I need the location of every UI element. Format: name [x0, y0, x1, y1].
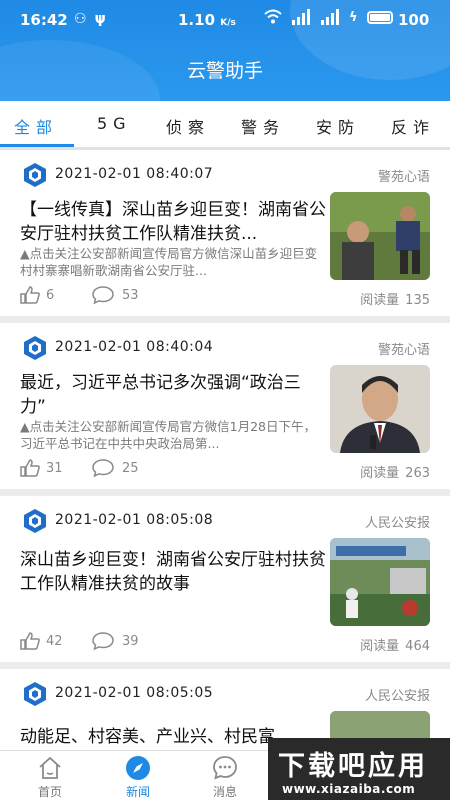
news-feed[interactable]: 2021-02-01 08:40:07 警苑心语 【一线传真】深山苗乡迎巨变！湖…	[0, 150, 450, 750]
nav-news[interactable]: 新闻	[108, 755, 168, 800]
signal-icon	[321, 9, 339, 25]
news-source: 人民公安报	[364, 516, 430, 531]
comment-icon	[92, 632, 114, 650]
category-tabs: 全部 5G 侦察 警务 安防 反诈	[0, 101, 450, 147]
nav-label: 首页	[37, 785, 62, 799]
app-header: 16:42 ⚇ ψ 1.10 K/s ϟ 100 云警助手	[0, 0, 450, 101]
read-count-value: 263	[405, 466, 430, 481]
comment-icon	[92, 286, 114, 304]
news-title[interactable]: 【一线传真】深山苗乡迎巨变！湖南省公安厅驻村扶贫工作队精准扶贫...	[20, 198, 326, 246]
news-source: 人民公安报	[364, 689, 430, 704]
status-bar: 16:42 ⚇ ψ 1.10 K/s ϟ 100	[0, 0, 450, 40]
like-button[interactable]: 31	[20, 459, 63, 477]
news-summary: ▲点击关注公安部新闻宣传局官方微信1月28日下午，习近平总书记在中共中央政治局第…	[20, 419, 316, 451]
nav-label: 消息	[212, 785, 237, 799]
news-summary: ▲点击关注公安部新闻宣传局官方微信深山苗乡迎巨变 村村寨寨唱新歌湖南省公安厅驻.…	[20, 246, 318, 278]
news-thumbnail[interactable]	[330, 365, 430, 453]
news-datetime: 2021-02-01 08:05:05	[55, 685, 214, 701]
nav-messages[interactable]: 消息	[195, 755, 255, 800]
nav-label: 新闻	[125, 785, 150, 799]
read-count: 阅读量 135	[360, 289, 430, 308]
tab-recon[interactable]: 侦察	[166, 114, 210, 138]
read-count-label: 阅读量	[360, 639, 400, 654]
news-thumbnail[interactable]	[330, 192, 430, 280]
read-count-label: 阅读量	[360, 466, 400, 481]
news-card[interactable]: 2021-02-01 08:05:08 人民公安报 深山苗乡迎巨变！湖南省公安厅…	[0, 496, 450, 662]
news-card[interactable]: 2021-02-01 08:40:04 警苑心语 最近，习近平总书记多次强调“政…	[0, 323, 450, 489]
news-datetime: 2021-02-01 08:05:08	[55, 512, 214, 528]
news-title[interactable]: 最近，习近平总书记多次强调“政治三力”	[20, 371, 326, 419]
site-watermark: 下载吧应用 www.xiazaiba.com	[268, 738, 450, 800]
tab-security[interactable]: 安防	[316, 114, 360, 138]
news-datetime: 2021-02-01 08:40:07	[55, 166, 214, 182]
news-source: 警苑心语	[377, 170, 430, 185]
nav-home[interactable]: 首页	[20, 755, 80, 800]
news-title[interactable]: 深山苗乡迎巨变！湖南省公安厅驻村扶贫工作队精准扶贫的故事	[20, 548, 326, 596]
signal-icon	[292, 9, 310, 25]
news-source: 警苑心语	[377, 343, 430, 358]
status-notification-icons: ⚇ ψ	[74, 11, 106, 27]
read-count-value: 464	[405, 639, 430, 654]
battery-level: 100	[398, 11, 430, 29]
watermark-url: www.xiazaiba.com	[282, 782, 416, 796]
comment-count: 25	[122, 460, 139, 476]
page-title: 云警助手	[186, 60, 263, 82]
tab-anti-fraud[interactable]: 反诈	[391, 114, 435, 138]
news-datetime: 2021-02-01 08:40:04	[55, 339, 214, 355]
comment-count: 53	[122, 287, 139, 303]
thumbs-up-icon	[20, 286, 40, 304]
police-badge-icon	[24, 509, 46, 533]
police-badge-icon	[24, 163, 46, 187]
comment-count: 39	[122, 633, 139, 649]
tab-all[interactable]: 全部	[14, 114, 58, 138]
network-speed: 1.10 K/s	[178, 11, 236, 29]
like-count: 6	[46, 287, 55, 303]
comment-button[interactable]: 39	[92, 632, 139, 650]
thumbs-up-icon	[20, 632, 40, 650]
status-system-icons: ϟ	[264, 9, 393, 25]
read-count: 阅读量 464	[360, 635, 430, 654]
news-card[interactable]: 2021-02-01 08:40:07 警苑心语 【一线传真】深山苗乡迎巨变！湖…	[0, 150, 450, 316]
network-speed-value: 1.10	[178, 11, 216, 29]
like-button[interactable]: 6	[20, 286, 54, 304]
usb-icon: ψ	[94, 11, 106, 27]
read-count: 阅读量 263	[360, 462, 430, 481]
tab-5g[interactable]: 5G	[97, 114, 132, 133]
comment-button[interactable]: 25	[92, 459, 139, 477]
comment-button[interactable]: 53	[92, 286, 139, 304]
wifi-icon	[264, 9, 282, 24]
share-icon: ⚇	[74, 11, 87, 27]
like-count: 42	[46, 633, 63, 649]
police-badge-icon	[24, 682, 46, 706]
chat-icon	[213, 756, 237, 780]
watermark-text: 下载吧应用	[278, 751, 428, 782]
police-badge-icon	[24, 336, 46, 360]
battery-icon	[366, 10, 393, 24]
compass-icon	[126, 756, 150, 780]
network-speed-unit: K/s	[220, 18, 236, 28]
read-count-value: 135	[405, 293, 430, 308]
home-icon	[39, 756, 61, 779]
news-thumbnail[interactable]	[330, 538, 430, 626]
thumbs-up-icon	[20, 459, 40, 477]
like-count: 31	[46, 460, 63, 476]
charging-icon: ϟ	[349, 9, 358, 25]
comment-icon	[92, 459, 114, 477]
read-count-label: 阅读量	[360, 293, 400, 308]
like-button[interactable]: 42	[20, 632, 63, 650]
tab-policing[interactable]: 警务	[241, 114, 285, 138]
status-time: 16:42	[20, 11, 68, 29]
